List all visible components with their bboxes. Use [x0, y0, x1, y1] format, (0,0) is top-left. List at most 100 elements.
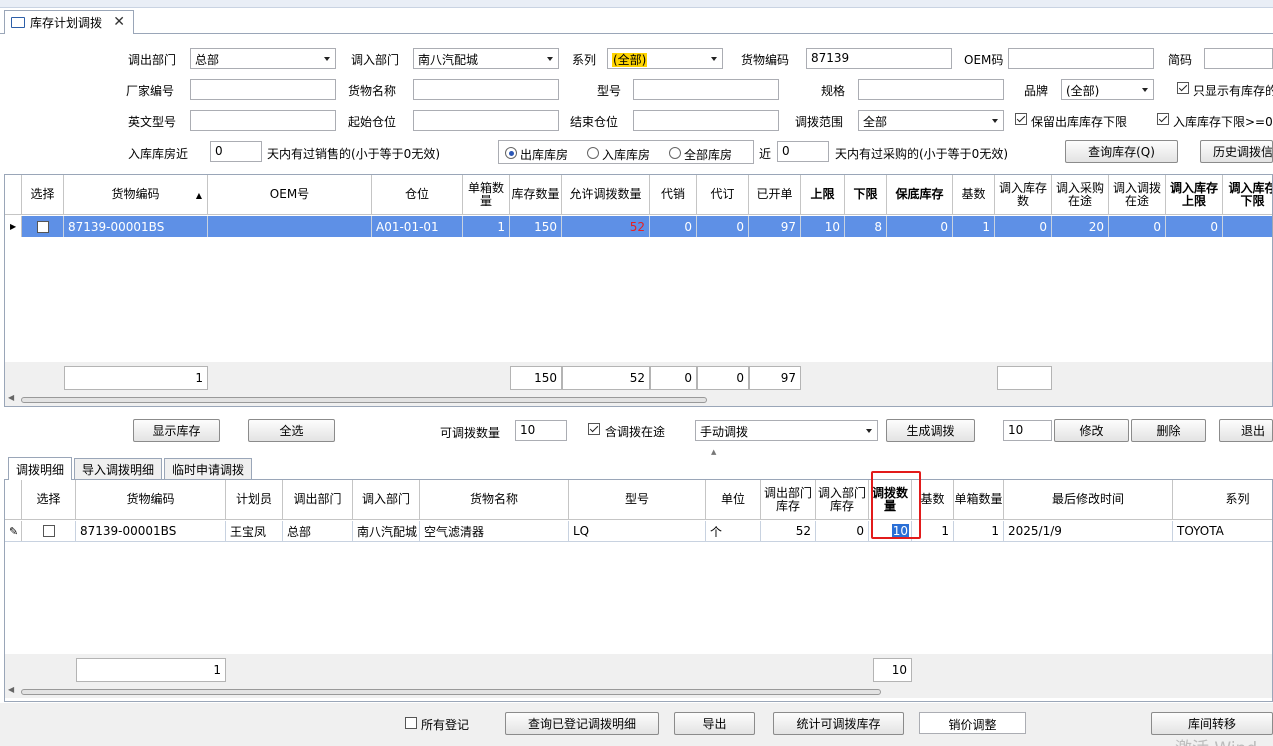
- col-name[interactable]: 货物名称: [420, 480, 569, 519]
- col-order[interactable]: 代订: [697, 175, 749, 214]
- end-loc-input[interactable]: [633, 110, 779, 131]
- row-checkbox[interactable]: [36, 220, 49, 233]
- cell-unit: 个: [706, 521, 761, 541]
- col-code[interactable]: 货物编码: [76, 480, 226, 519]
- start-loc-input[interactable]: [413, 110, 559, 131]
- recent-days-input[interactable]: 0: [210, 141, 262, 162]
- radio-in-warehouse[interactable]: [587, 147, 599, 159]
- all-registered-checkbox[interactable]: [405, 717, 417, 729]
- modify-button[interactable]: 修改: [1054, 419, 1129, 442]
- exit-button[interactable]: 退出: [1219, 419, 1273, 442]
- price-adjust-field[interactable]: 销价调整: [919, 712, 1026, 734]
- col-in-purchase[interactable]: 调入采购在途: [1052, 175, 1109, 214]
- en-model-input[interactable]: [190, 110, 336, 131]
- out-dept-select[interactable]: 总部: [190, 48, 336, 69]
- near-days-input[interactable]: 0: [777, 141, 829, 162]
- col-box-qty[interactable]: 单箱数量: [463, 175, 510, 214]
- radio-all-warehouse[interactable]: [669, 147, 681, 159]
- col-select[interactable]: 选择: [22, 480, 76, 519]
- col-modified[interactable]: 最后修改时间: [1004, 480, 1173, 519]
- col-consign[interactable]: 代销: [650, 175, 697, 214]
- include-transit-checkbox[interactable]: [588, 423, 600, 435]
- mode-select[interactable]: 手动调拨: [695, 420, 878, 441]
- stock-grid-scrollbar[interactable]: ◀: [5, 393, 1272, 406]
- detail-grid: 选择 货物编码 计划员 调出部门 调入部门 货物名称 型号 单位 调出部门库存 …: [4, 480, 1273, 702]
- col-oem[interactable]: OEM号: [208, 175, 372, 214]
- col-guarantee[interactable]: 保底库存: [887, 175, 953, 214]
- col-base[interactable]: 基数: [953, 175, 995, 214]
- table-row[interactable]: ▶ 87139-00001BS A01-01-01 1 150 52 0 0 9…: [5, 216, 1272, 237]
- col-planner[interactable]: 计划员: [226, 480, 283, 519]
- transfer-between-button[interactable]: 库间转移: [1151, 712, 1273, 735]
- footer-qty: 10: [873, 658, 912, 682]
- tab-temp-request[interactable]: 临时申请调拨: [164, 458, 252, 479]
- delete-button[interactable]: 删除: [1131, 419, 1206, 442]
- col-in-dept[interactable]: 调入部门: [353, 480, 420, 519]
- tab-transfer-detail[interactable]: 调拨明细: [8, 457, 72, 480]
- en-model-label: 英文型号: [128, 115, 177, 129]
- col-select[interactable]: 选择: [22, 175, 64, 214]
- in-min-checkbox[interactable]: [1157, 113, 1169, 125]
- model-input[interactable]: [633, 79, 779, 100]
- stock-grid-footer: 1 150 52 0 0 97: [5, 362, 1272, 394]
- radio-out-warehouse[interactable]: [505, 147, 517, 159]
- col-upper[interactable]: 上限: [801, 175, 845, 214]
- col-in-transfer[interactable]: 调入调拨在途: [1109, 175, 1166, 214]
- col-stock-qty[interactable]: 库存数量: [510, 175, 562, 214]
- col-in-lower[interactable]: 调入库存下限: [1223, 175, 1272, 214]
- oem-input[interactable]: [1008, 48, 1154, 69]
- chevron-down-icon: [866, 429, 872, 433]
- series-select[interactable]: (全部): [607, 48, 723, 69]
- show-stock-button[interactable]: 显示库存: [133, 419, 220, 442]
- footer-count: 1: [64, 366, 208, 390]
- query-registered-button[interactable]: 查询已登记调拨明细: [505, 712, 659, 735]
- window-tab[interactable]: 库存计划调拨 ✕: [4, 10, 134, 34]
- detail-grid-scrollbar[interactable]: ◀: [5, 685, 1272, 698]
- code-input[interactable]: 87139: [806, 48, 952, 69]
- maker-input[interactable]: [190, 79, 336, 100]
- scroll-left-icon[interactable]: ◀: [8, 393, 14, 402]
- scrollbar-thumb[interactable]: [21, 689, 881, 695]
- only-stock-checkbox[interactable]: [1177, 82, 1189, 94]
- menu-bar: [0, 0, 1273, 8]
- col-out-dept[interactable]: 调出部门: [283, 480, 353, 519]
- history-transfer-button[interactable]: 历史调拨信: [1200, 140, 1273, 163]
- col-out-stock[interactable]: 调出部门库存: [761, 480, 816, 519]
- col-in-upper[interactable]: 调入库存上限: [1166, 175, 1223, 214]
- splitter-up-icon[interactable]: ▲: [711, 448, 716, 456]
- query-stock-button[interactable]: 查询库存(Q): [1065, 140, 1178, 163]
- row-indicator-header: [5, 175, 22, 214]
- select-all-button[interactable]: 全选: [248, 419, 335, 442]
- qty-input[interactable]: 10: [1003, 420, 1052, 441]
- transferable-input[interactable]: 10: [515, 420, 567, 441]
- export-button[interactable]: 导出: [674, 712, 755, 735]
- scroll-left-icon[interactable]: ◀: [8, 685, 14, 694]
- range-select[interactable]: 全部: [858, 110, 1004, 131]
- footer-opened: 97: [749, 366, 801, 390]
- scrollbar-thumb[interactable]: [21, 397, 707, 403]
- col-box-qty[interactable]: 单箱数量: [954, 480, 1004, 519]
- brand-select[interactable]: (全部): [1061, 79, 1154, 100]
- tab-import-detail[interactable]: 导入调拨明细: [74, 458, 162, 479]
- col-allow-qty[interactable]: 允许调拨数量: [562, 175, 650, 214]
- col-in-stock[interactable]: 调入部门库存: [816, 480, 869, 519]
- stat-transferable-button[interactable]: 统计可调拨库存: [773, 712, 904, 735]
- col-series[interactable]: 系列: [1173, 480, 1272, 519]
- cell-consign: 0: [650, 216, 697, 237]
- table-row[interactable]: ✎ 87139-00001BS 王宝凤 总部 南八汽配城 空气滤清器 LQ 个 …: [5, 521, 1272, 542]
- col-lower[interactable]: 下限: [845, 175, 887, 214]
- short-code-input[interactable]: [1204, 48, 1273, 69]
- close-icon[interactable]: ✕: [113, 14, 125, 30]
- col-in-stock[interactable]: 调入库存数: [995, 175, 1052, 214]
- spec-input[interactable]: [858, 79, 1004, 100]
- name-input[interactable]: [413, 79, 559, 100]
- row-checkbox[interactable]: [42, 525, 55, 537]
- col-unit[interactable]: 单位: [706, 480, 761, 519]
- generate-transfer-button[interactable]: 生成调拨: [886, 419, 975, 442]
- col-location[interactable]: 仓位: [372, 175, 463, 214]
- col-model[interactable]: 型号: [569, 480, 706, 519]
- in-dept-select[interactable]: 南八汽配城: [413, 48, 559, 69]
- col-code[interactable]: 货物编码 ▲: [64, 175, 208, 214]
- col-opened[interactable]: 已开单: [749, 175, 801, 214]
- keep-min-checkbox[interactable]: [1015, 113, 1027, 125]
